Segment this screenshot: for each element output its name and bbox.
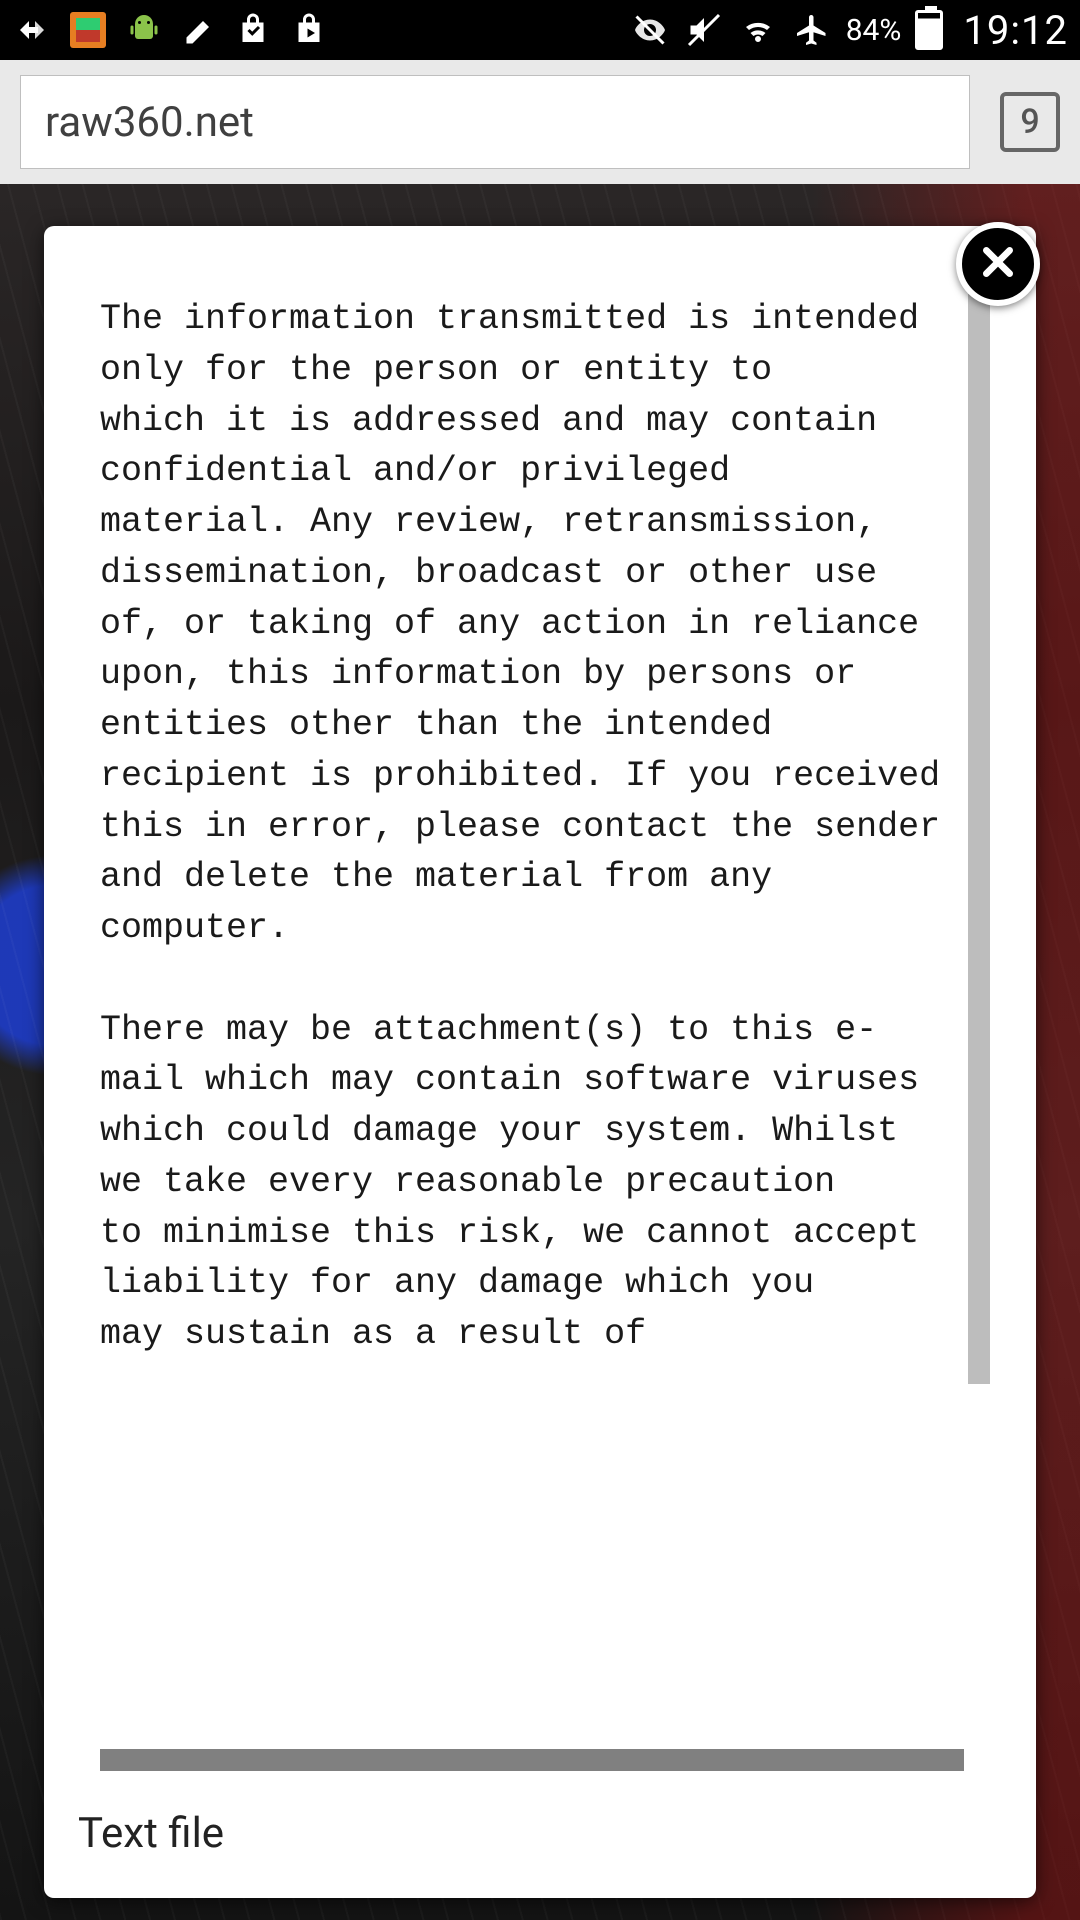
share-arrow-icon (12, 10, 52, 50)
page-viewport[interactable]: The information transmitted is intended … (0, 184, 1080, 1920)
antivirus-app-icon (68, 10, 108, 50)
volume-mute-icon (684, 10, 724, 50)
vertical-scrollbar[interactable] (968, 294, 990, 1691)
shop-check-icon (236, 10, 276, 50)
eye-off-icon (630, 10, 670, 50)
disclaimer-text: The information transmitted is intended … (72, 266, 1008, 1771)
android-robot-icon (124, 10, 164, 50)
battery-icon (915, 10, 943, 50)
battery-percentage: 84% (846, 13, 902, 48)
airplane-mode-icon (792, 10, 832, 50)
browser-toolbar: raw360.net 9 (0, 60, 1080, 184)
horizontal-scrollbar[interactable] (100, 1749, 964, 1771)
tab-switcher-button[interactable]: 9 (1000, 92, 1060, 152)
status-left-icons (12, 10, 332, 50)
url-input[interactable]: raw360.net (20, 75, 970, 169)
status-bar: 84% 19:12 (0, 0, 1080, 60)
close-icon (978, 242, 1018, 286)
scrollbar-thumb[interactable] (968, 294, 990, 1384)
shop-play-icon (292, 10, 332, 50)
text-viewer-modal: The information transmitted is intended … (44, 226, 1036, 1898)
url-text: raw360.net (45, 98, 254, 147)
wifi-icon (738, 10, 778, 50)
close-button[interactable] (956, 222, 1040, 306)
pencil-edit-icon (180, 10, 220, 50)
modal-footer-label: Text file (44, 1781, 1036, 1898)
clock: 19:12 (963, 7, 1068, 54)
tab-count-value: 9 (1020, 102, 1039, 142)
status-right-icons: 84% 19:12 (630, 7, 1068, 54)
modal-body[interactable]: The information transmitted is intended … (72, 266, 1008, 1771)
